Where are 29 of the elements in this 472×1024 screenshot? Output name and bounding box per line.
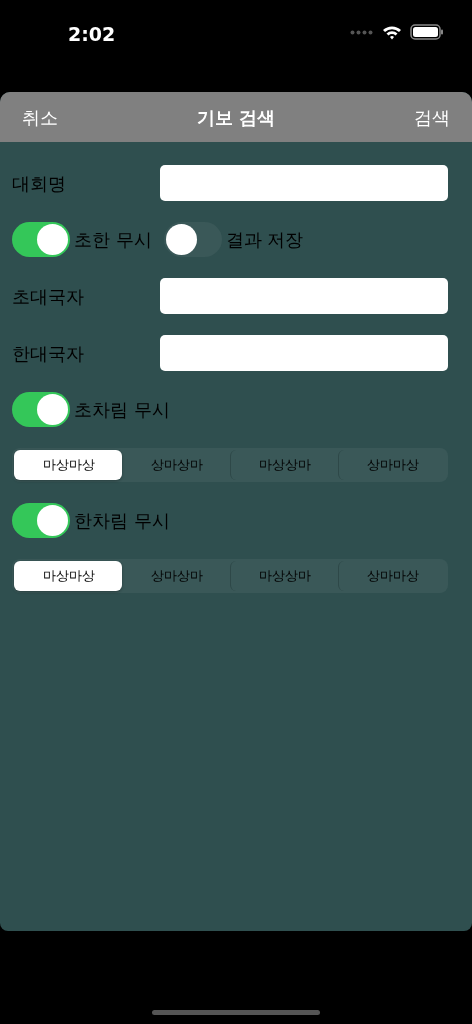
- cancel-button[interactable]: 취소: [22, 103, 58, 131]
- battery-icon: [410, 24, 444, 40]
- toggle-label: 초차림 무시: [74, 398, 170, 422]
- text-field[interactable]: [160, 165, 448, 201]
- text-field[interactable]: [160, 335, 448, 371]
- segment-tab[interactable]: 상마마상: [338, 450, 446, 480]
- wifi-icon: [382, 24, 402, 40]
- signal-icon: [350, 29, 374, 35]
- toggle-switch[interactable]: [12, 392, 70, 427]
- segment-tab[interactable]: 상마상마: [122, 450, 230, 480]
- toggle-switch[interactable]: [12, 222, 70, 257]
- toggle-switch[interactable]: [163, 222, 222, 257]
- sheet-title: 기보 검색: [196, 105, 276, 130]
- segment-tab[interactable]: 상마상마: [122, 561, 230, 591]
- status-time: 2:02: [68, 22, 116, 47]
- segment-tab[interactable]: 마상상마: [230, 450, 338, 480]
- field-label: 한대국자: [12, 341, 85, 366]
- field-label: 대회명: [12, 171, 67, 196]
- segment-tab[interactable]: 상마마상: [338, 561, 446, 591]
- toggle-label: 결과 저장: [225, 228, 304, 252]
- segment-tab[interactable]: 마상상마: [230, 561, 338, 591]
- segment-tab[interactable]: 마상마상: [14, 450, 122, 480]
- search-button[interactable]: 검색: [414, 103, 450, 131]
- segment-tab[interactable]: 마상마상: [14, 561, 122, 591]
- toggle-label: 초한 무시: [74, 228, 152, 252]
- text-field[interactable]: [160, 278, 448, 314]
- toggle-switch[interactable]: [12, 503, 70, 538]
- field-label: 초대국자: [12, 284, 85, 309]
- toggle-label: 한차림 무시: [74, 509, 170, 533]
